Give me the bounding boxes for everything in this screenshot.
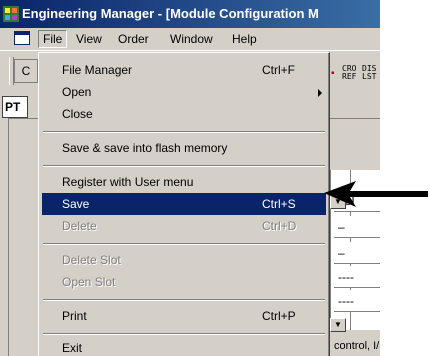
menu-item-shortcut: Ctrl+F bbox=[262, 63, 295, 77]
grid-cell[interactable]: ---- bbox=[334, 266, 380, 288]
menu-item-open[interactable]: Open bbox=[42, 81, 326, 103]
cross-reference-button[interactable]: CRO REF bbox=[342, 65, 356, 81]
title-bar: Engineering Manager - [Module Configurat… bbox=[0, 0, 380, 28]
menu-item-register-user-menu[interactable]: Register with User menu bbox=[42, 171, 326, 193]
menu-window[interactable]: Window bbox=[166, 31, 217, 47]
menu-item-label: Close bbox=[62, 107, 93, 121]
menu-item-print[interactable]: Print Ctrl+P bbox=[42, 305, 326, 327]
menu-item-shortcut: Ctrl+D bbox=[262, 219, 297, 233]
status-text: control, I/( bbox=[334, 340, 380, 352]
app-icon bbox=[3, 6, 19, 22]
menu-bar: File View Order Window Help bbox=[0, 28, 380, 51]
toolbar-button[interactable]: C bbox=[14, 59, 38, 83]
menu-item-label: Open bbox=[62, 85, 92, 99]
menu-item-delete-slot: Delete Slot bbox=[42, 249, 326, 271]
menu-item-label: Delete bbox=[62, 219, 97, 233]
menu-item-file-manager[interactable]: File Manager Ctrl+F bbox=[42, 59, 326, 81]
file-menu-dropdown: File Manager Ctrl+F Open Close Save & sa… bbox=[38, 52, 330, 356]
grid-cell[interactable]: ---- bbox=[334, 290, 380, 312]
menu-item-label: Open Slot bbox=[62, 275, 116, 289]
menu-separator bbox=[43, 333, 325, 335]
display-list-button[interactable]: DIS LST bbox=[362, 65, 376, 81]
record-icon[interactable]: ▪ bbox=[331, 68, 335, 79]
window-title: Engineering Manager - [Module Configurat… bbox=[22, 6, 319, 21]
menu-separator bbox=[43, 131, 325, 133]
menu-item-label: Delete Slot bbox=[62, 253, 121, 267]
menu-item-label: Save & save into flash memory bbox=[62, 141, 228, 155]
menu-item-delete: Delete Ctrl+D bbox=[42, 215, 326, 237]
menu-item-label: Exit bbox=[62, 341, 83, 355]
menu-item-open-slot: Open Slot bbox=[42, 271, 326, 293]
submenu-arrow-icon bbox=[318, 89, 322, 97]
menu-item-shortcut: Ctrl+S bbox=[262, 197, 296, 211]
menu-separator bbox=[43, 165, 325, 167]
menu-item-shortcut: Ctrl+P bbox=[262, 309, 296, 323]
grid-cell[interactable]: – bbox=[334, 216, 380, 238]
menu-item-label: File Manager bbox=[62, 63, 133, 77]
menu-separator bbox=[43, 299, 325, 301]
menu-item-save[interactable]: Save Ctrl+S bbox=[42, 193, 326, 215]
menu-separator bbox=[43, 243, 325, 245]
document-window-icon[interactable] bbox=[14, 31, 30, 45]
menu-item-label: Print bbox=[62, 309, 87, 323]
screenshot: Engineering Manager - [Module Configurat… bbox=[0, 0, 380, 356]
menu-item-save-flash[interactable]: Save & save into flash memory bbox=[42, 137, 326, 159]
pointer-arrow-icon bbox=[324, 181, 428, 207]
menu-item-label: Register with User menu bbox=[62, 175, 194, 189]
pt-field[interactable]: PT bbox=[2, 96, 28, 118]
menu-item-label: Save bbox=[62, 197, 90, 211]
menu-help[interactable]: Help bbox=[228, 31, 261, 47]
grid-cell[interactable]: – bbox=[334, 242, 380, 264]
menu-file[interactable]: File bbox=[38, 30, 68, 48]
menu-item-close[interactable]: Close bbox=[42, 103, 326, 125]
menu-view[interactable]: View bbox=[72, 31, 106, 47]
menu-order[interactable]: Order bbox=[114, 31, 153, 47]
menu-item-exit[interactable]: Exit bbox=[42, 337, 326, 356]
scroll-down-button[interactable]: ▼ bbox=[330, 318, 346, 332]
